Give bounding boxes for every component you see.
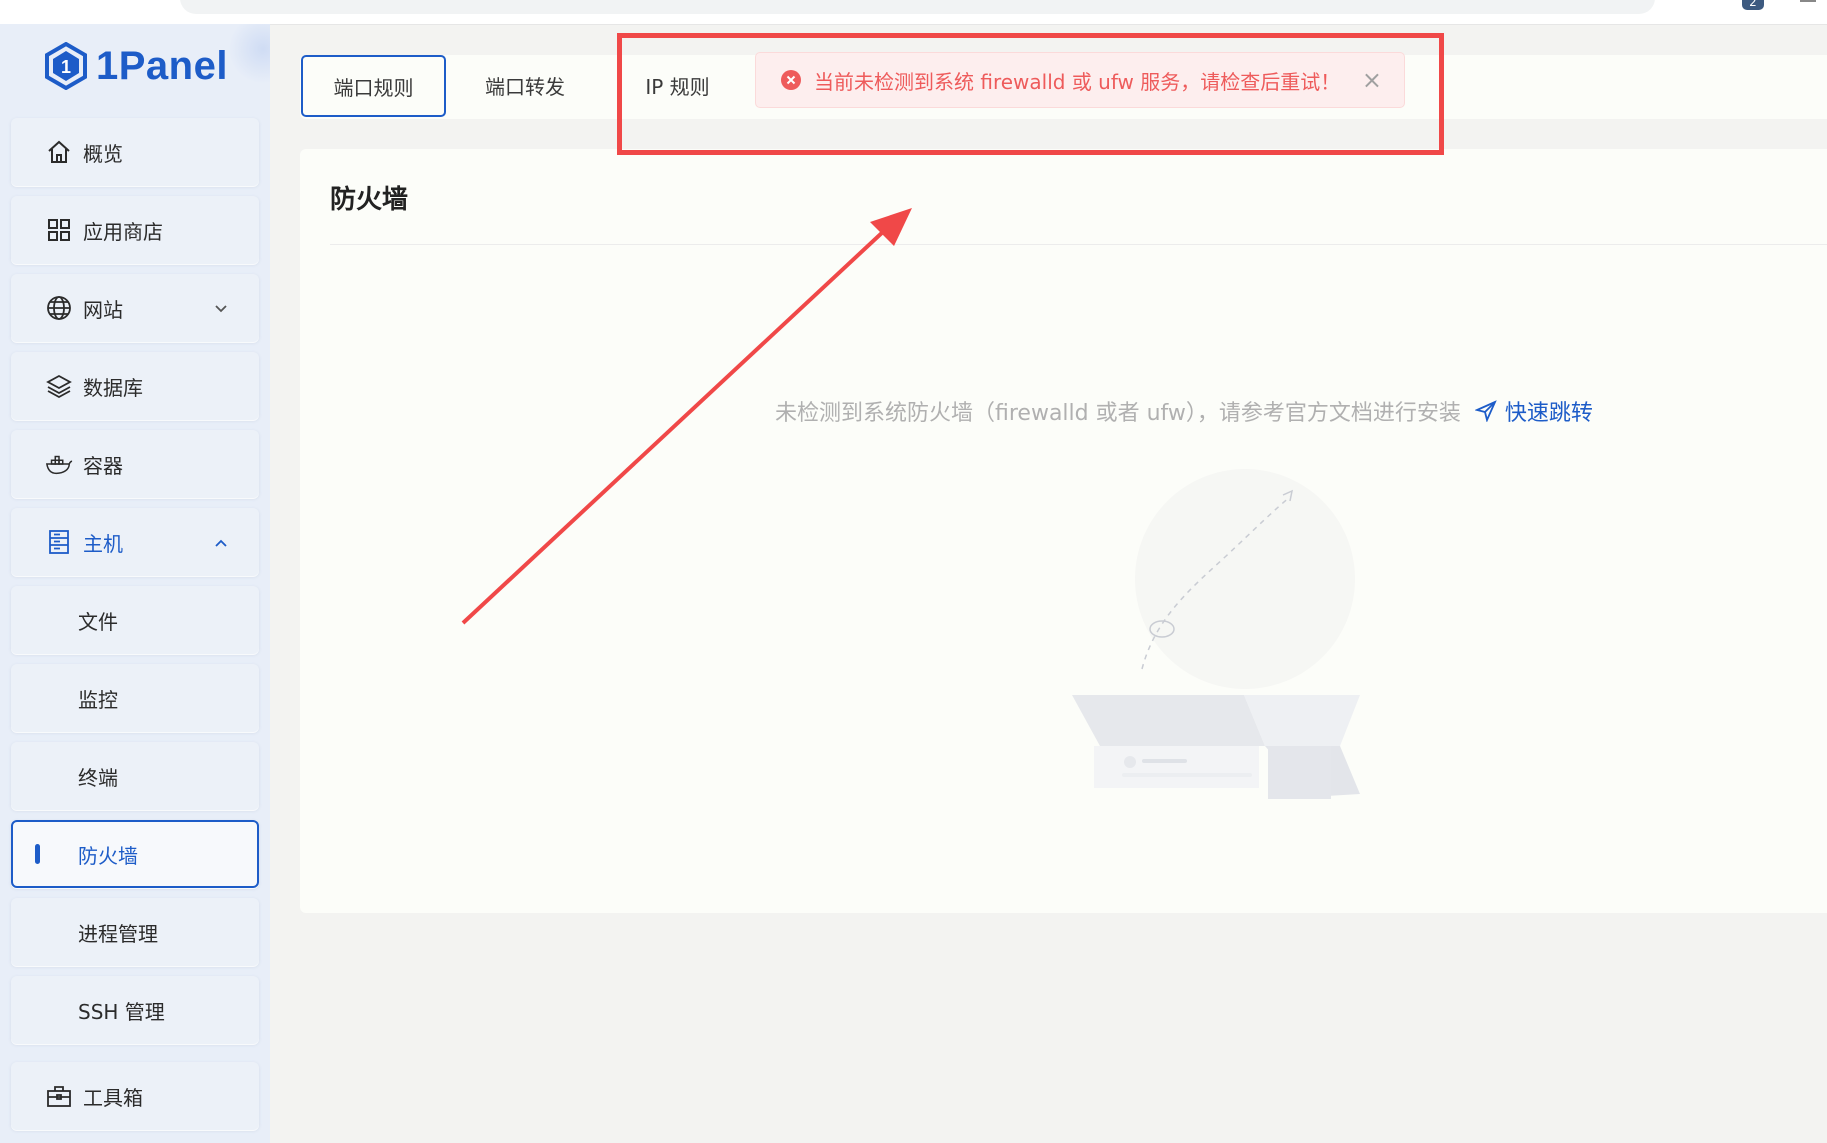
sidebar-item-label: 数据库 [83, 375, 143, 400]
quick-jump-link[interactable]: 快速跳转 [1474, 395, 1593, 427]
sidebar-item-label: 进程管理 [78, 921, 158, 946]
app-logo[interactable]: 1 1Panel [44, 42, 228, 90]
sidebar-item-container[interactable]: 容器 [11, 430, 259, 498]
svg-text:1: 1 [61, 57, 71, 77]
server-icon [45, 528, 73, 556]
sidebar: 1 1Panel 概览 应用商店 网站 数据库 容器 主机 文件 监控 终端 防… [0, 24, 270, 1143]
sidebar-item-website[interactable]: 网站 [11, 274, 259, 342]
sidebar-item-app-store[interactable]: 应用商店 [11, 196, 259, 264]
toolbox-icon [45, 1082, 73, 1110]
sidebar-item-overview[interactable]: 概览 [11, 118, 259, 186]
globe-icon [45, 294, 73, 322]
send-arrow-icon [1474, 400, 1497, 422]
extension-badge[interactable]: 2 [1742, 0, 1764, 10]
empty-state-message: 未检测到系统防火墙（firewalld 或者 ufw），请参考官方文档进行安装 … [775, 395, 1593, 427]
sidebar-item-label: 网站 [83, 297, 123, 322]
sidebar-item-label: 监控 [78, 687, 118, 712]
tab-port-rules[interactable]: 端口规则 [301, 55, 446, 117]
sidebar-item-host[interactable]: 主机 [11, 508, 259, 576]
sidebar-decoration [228, 24, 270, 84]
sidebar-item-label: SSH 管理 [78, 999, 165, 1024]
home-icon [45, 138, 73, 166]
sidebar-item-label: 防火墙 [78, 843, 138, 868]
active-indicator [35, 844, 40, 864]
annotation-highlight-box [617, 33, 1444, 155]
logo-text: 1Panel [96, 43, 228, 88]
sidebar-item-label: 工具箱 [83, 1085, 143, 1110]
page-title: 防火墙 [330, 185, 409, 215]
sidebar-item-monitor[interactable]: 监控 [11, 664, 259, 732]
layers-icon [45, 372, 73, 400]
sidebar-item-label: 文件 [78, 609, 118, 634]
docker-whale-icon [45, 450, 73, 478]
sidebar-item-files[interactable]: 文件 [11, 586, 259, 654]
address-bar[interactable] [180, 0, 1655, 14]
sidebar-item-terminal[interactable]: 终端 [11, 742, 259, 810]
sidebar-item-firewall[interactable]: 防火墙 [11, 820, 259, 888]
sidebar-item-process[interactable]: 进程管理 [11, 898, 259, 966]
sidebar-item-label: 容器 [83, 453, 123, 478]
browser-menu-icon[interactable] [1800, 0, 1816, 2]
sidebar-item-label: 概览 [83, 141, 123, 166]
empty-state-text: 未检测到系统防火墙（firewalld 或者 ufw），请参考官方文档进行安装 [775, 401, 1461, 426]
app-grid-icon [45, 216, 73, 244]
sidebar-item-toolbox[interactable]: 工具箱 [11, 1062, 259, 1130]
tab-port-forward[interactable]: 端口转发 [465, 55, 585, 115]
sidebar-item-database[interactable]: 数据库 [11, 352, 259, 420]
sidebar-item-ssh[interactable]: SSH 管理 [11, 976, 259, 1044]
firewall-card: 防火墙 未检测到系统防火墙（firewalld 或者 ufw），请参考官方文档进… [300, 149, 1827, 913]
quick-jump-label: 快速跳转 [1504, 401, 1593, 426]
empty-illustration [1072, 469, 1360, 799]
divider [330, 244, 1827, 245]
chevron-up-icon [213, 532, 229, 556]
logo-hexagon-icon: 1 [45, 42, 87, 90]
sidebar-item-label: 应用商店 [83, 219, 163, 244]
sidebar-item-label: 主机 [83, 531, 123, 556]
chevron-down-icon [213, 298, 229, 322]
sidebar-item-label: 终端 [78, 765, 118, 790]
browser-toolbar: 2 [0, 0, 1827, 25]
